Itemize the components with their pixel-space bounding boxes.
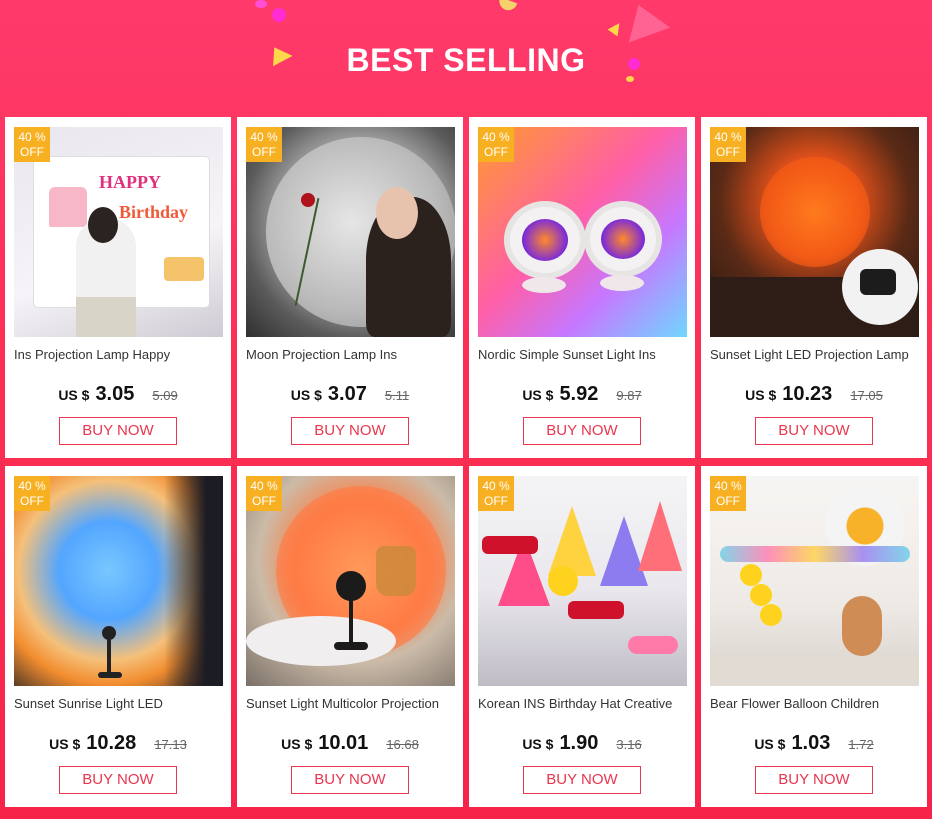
product-name[interactable]: Bear Flower Balloon Children <box>710 696 922 711</box>
product-name[interactable]: Sunset Sunrise Light LED <box>14 696 226 711</box>
buy-now-button[interactable]: BUY NOW <box>755 417 873 445</box>
discount-badge: 40 % OFF <box>710 476 746 511</box>
buy-now-button[interactable]: BUY NOW <box>291 417 409 445</box>
discount-percent: 40 % <box>714 479 742 493</box>
product-image[interactable]: 40 % OFF <box>478 127 687 337</box>
sale-price: 1.03 <box>791 732 831 754</box>
product-image[interactable]: 40 % OFF <box>14 476 223 686</box>
sale-price: 3.05 <box>95 383 135 405</box>
product-name[interactable]: Korean INS Birthday Hat Creative <box>478 696 690 711</box>
product-card[interactable]: 40 % OFF Bear Flower Balloon Children US… <box>701 466 927 807</box>
product-grid: HAPPY Birthday 40 % OFF Ins Projection L… <box>5 117 927 807</box>
sale-price: 5.92 <box>559 383 599 405</box>
original-price: 5.11 <box>384 388 410 403</box>
product-image[interactable]: 40 % OFF <box>478 476 687 686</box>
discount-badge: 40 % OFF <box>14 127 50 162</box>
discount-badge: 40 % OFF <box>246 127 282 162</box>
discount-percent: 40 % <box>714 130 742 144</box>
price-row: US $ 1.03 1.72 <box>701 732 927 756</box>
discount-badge: 40 % OFF <box>710 127 746 162</box>
original-price: 5.09 <box>152 388 178 403</box>
product-card[interactable]: 40 % OFF Sunset Light Multicolor Project… <box>237 466 463 807</box>
sale-price: 10.23 <box>782 383 833 405</box>
discount-percent: 40 % <box>250 130 278 144</box>
confetti-dot <box>255 0 267 8</box>
buy-now-button[interactable]: BUY NOW <box>755 766 873 794</box>
price-row: US $ 10.01 16.68 <box>237 732 463 756</box>
price-row: US $ 3.05 5.09 <box>5 383 231 407</box>
product-name[interactable]: Sunset Light Multicolor Projection <box>246 696 458 711</box>
product-card[interactable]: 40 % OFF Sunset Light LED Projection Lam… <box>701 117 927 458</box>
product-card[interactable]: 40 % OFF Sunset Sunrise Light LED US $ 1… <box>5 466 231 807</box>
sale-price: 3.07 <box>327 383 367 405</box>
currency-label: US $ <box>522 387 554 403</box>
original-price: 3.16 <box>616 737 642 752</box>
discount-badge: 40 % OFF <box>478 127 514 162</box>
original-price: 16.68 <box>386 737 419 752</box>
price-row: US $ 3.07 5.11 <box>237 383 463 407</box>
currency-label: US $ <box>754 736 786 752</box>
product-card[interactable]: HAPPY Birthday 40 % OFF Ins Projection L… <box>5 117 231 458</box>
buy-now-button[interactable]: BUY NOW <box>291 766 409 794</box>
currency-label: US $ <box>522 736 554 752</box>
discount-badge: 40 % OFF <box>14 476 50 511</box>
best-selling-page: BEST SELLING HAPPY Birthday 40 % OFF Ins… <box>0 0 932 819</box>
buy-now-button[interactable]: BUY NOW <box>59 417 177 445</box>
product-name[interactable]: Sunset Light LED Projection Lamp <box>710 347 922 362</box>
product-image[interactable]: 40 % OFF <box>710 476 919 686</box>
discount-off: OFF <box>252 494 276 508</box>
sale-price: 1.90 <box>559 732 599 754</box>
product-card[interactable]: 40 % OFF Korean INS Birthday Hat Creativ… <box>469 466 695 807</box>
buy-now-button[interactable]: BUY NOW <box>523 417 641 445</box>
price-row: US $ 10.28 17.13 <box>5 732 231 756</box>
product-image[interactable]: 40 % OFF <box>710 127 919 337</box>
product-name[interactable]: Moon Projection Lamp Ins <box>246 347 458 362</box>
product-name[interactable]: Nordic Simple Sunset Light Ins <box>478 347 690 362</box>
price-row: US $ 5.92 9.87 <box>469 383 695 407</box>
banner-title: BEST SELLING <box>346 42 586 78</box>
currency-label: US $ <box>281 736 313 752</box>
buy-now-button[interactable]: BUY NOW <box>59 766 177 794</box>
currency-label: US $ <box>58 387 90 403</box>
currency-label: US $ <box>745 387 777 403</box>
discount-percent: 40 % <box>482 130 510 144</box>
discount-badge: 40 % OFF <box>246 476 282 511</box>
discount-off: OFF <box>252 145 276 159</box>
confetti-triangle <box>617 0 671 43</box>
confetti-piece <box>496 0 518 13</box>
discount-off: OFF <box>716 145 740 159</box>
discount-off: OFF <box>484 145 508 159</box>
discount-off: OFF <box>716 494 740 508</box>
discount-percent: 40 % <box>482 479 510 493</box>
sale-price: 10.28 <box>86 732 137 754</box>
original-price: 9.87 <box>616 388 642 403</box>
product-image[interactable]: 40 % OFF <box>246 127 455 337</box>
discount-off: OFF <box>20 494 44 508</box>
product-card[interactable]: 40 % OFF Nordic Simple Sunset Light Ins … <box>469 117 695 458</box>
discount-percent: 40 % <box>250 479 278 493</box>
original-price: 1.72 <box>848 737 874 752</box>
discount-off: OFF <box>484 494 508 508</box>
currency-label: US $ <box>290 387 322 403</box>
discount-off: OFF <box>20 145 44 159</box>
price-row: US $ 1.90 3.16 <box>469 732 695 756</box>
discount-badge: 40 % OFF <box>478 476 514 511</box>
product-image[interactable]: 40 % OFF <box>246 476 455 686</box>
sale-price: 10.01 <box>318 732 369 754</box>
discount-percent: 40 % <box>18 130 46 144</box>
currency-label: US $ <box>49 736 81 752</box>
price-row: US $ 10.23 17.05 <box>701 383 927 407</box>
product-name[interactable]: Ins Projection Lamp Happy <box>14 347 226 362</box>
product-card[interactable]: 40 % OFF Moon Projection Lamp Ins US $ 3… <box>237 117 463 458</box>
discount-percent: 40 % <box>18 479 46 493</box>
buy-now-button[interactable]: BUY NOW <box>523 766 641 794</box>
product-image[interactable]: HAPPY Birthday 40 % OFF <box>14 127 223 337</box>
confetti-dot <box>272 8 286 22</box>
original-price: 17.13 <box>154 737 187 752</box>
original-price: 17.05 <box>850 388 883 403</box>
